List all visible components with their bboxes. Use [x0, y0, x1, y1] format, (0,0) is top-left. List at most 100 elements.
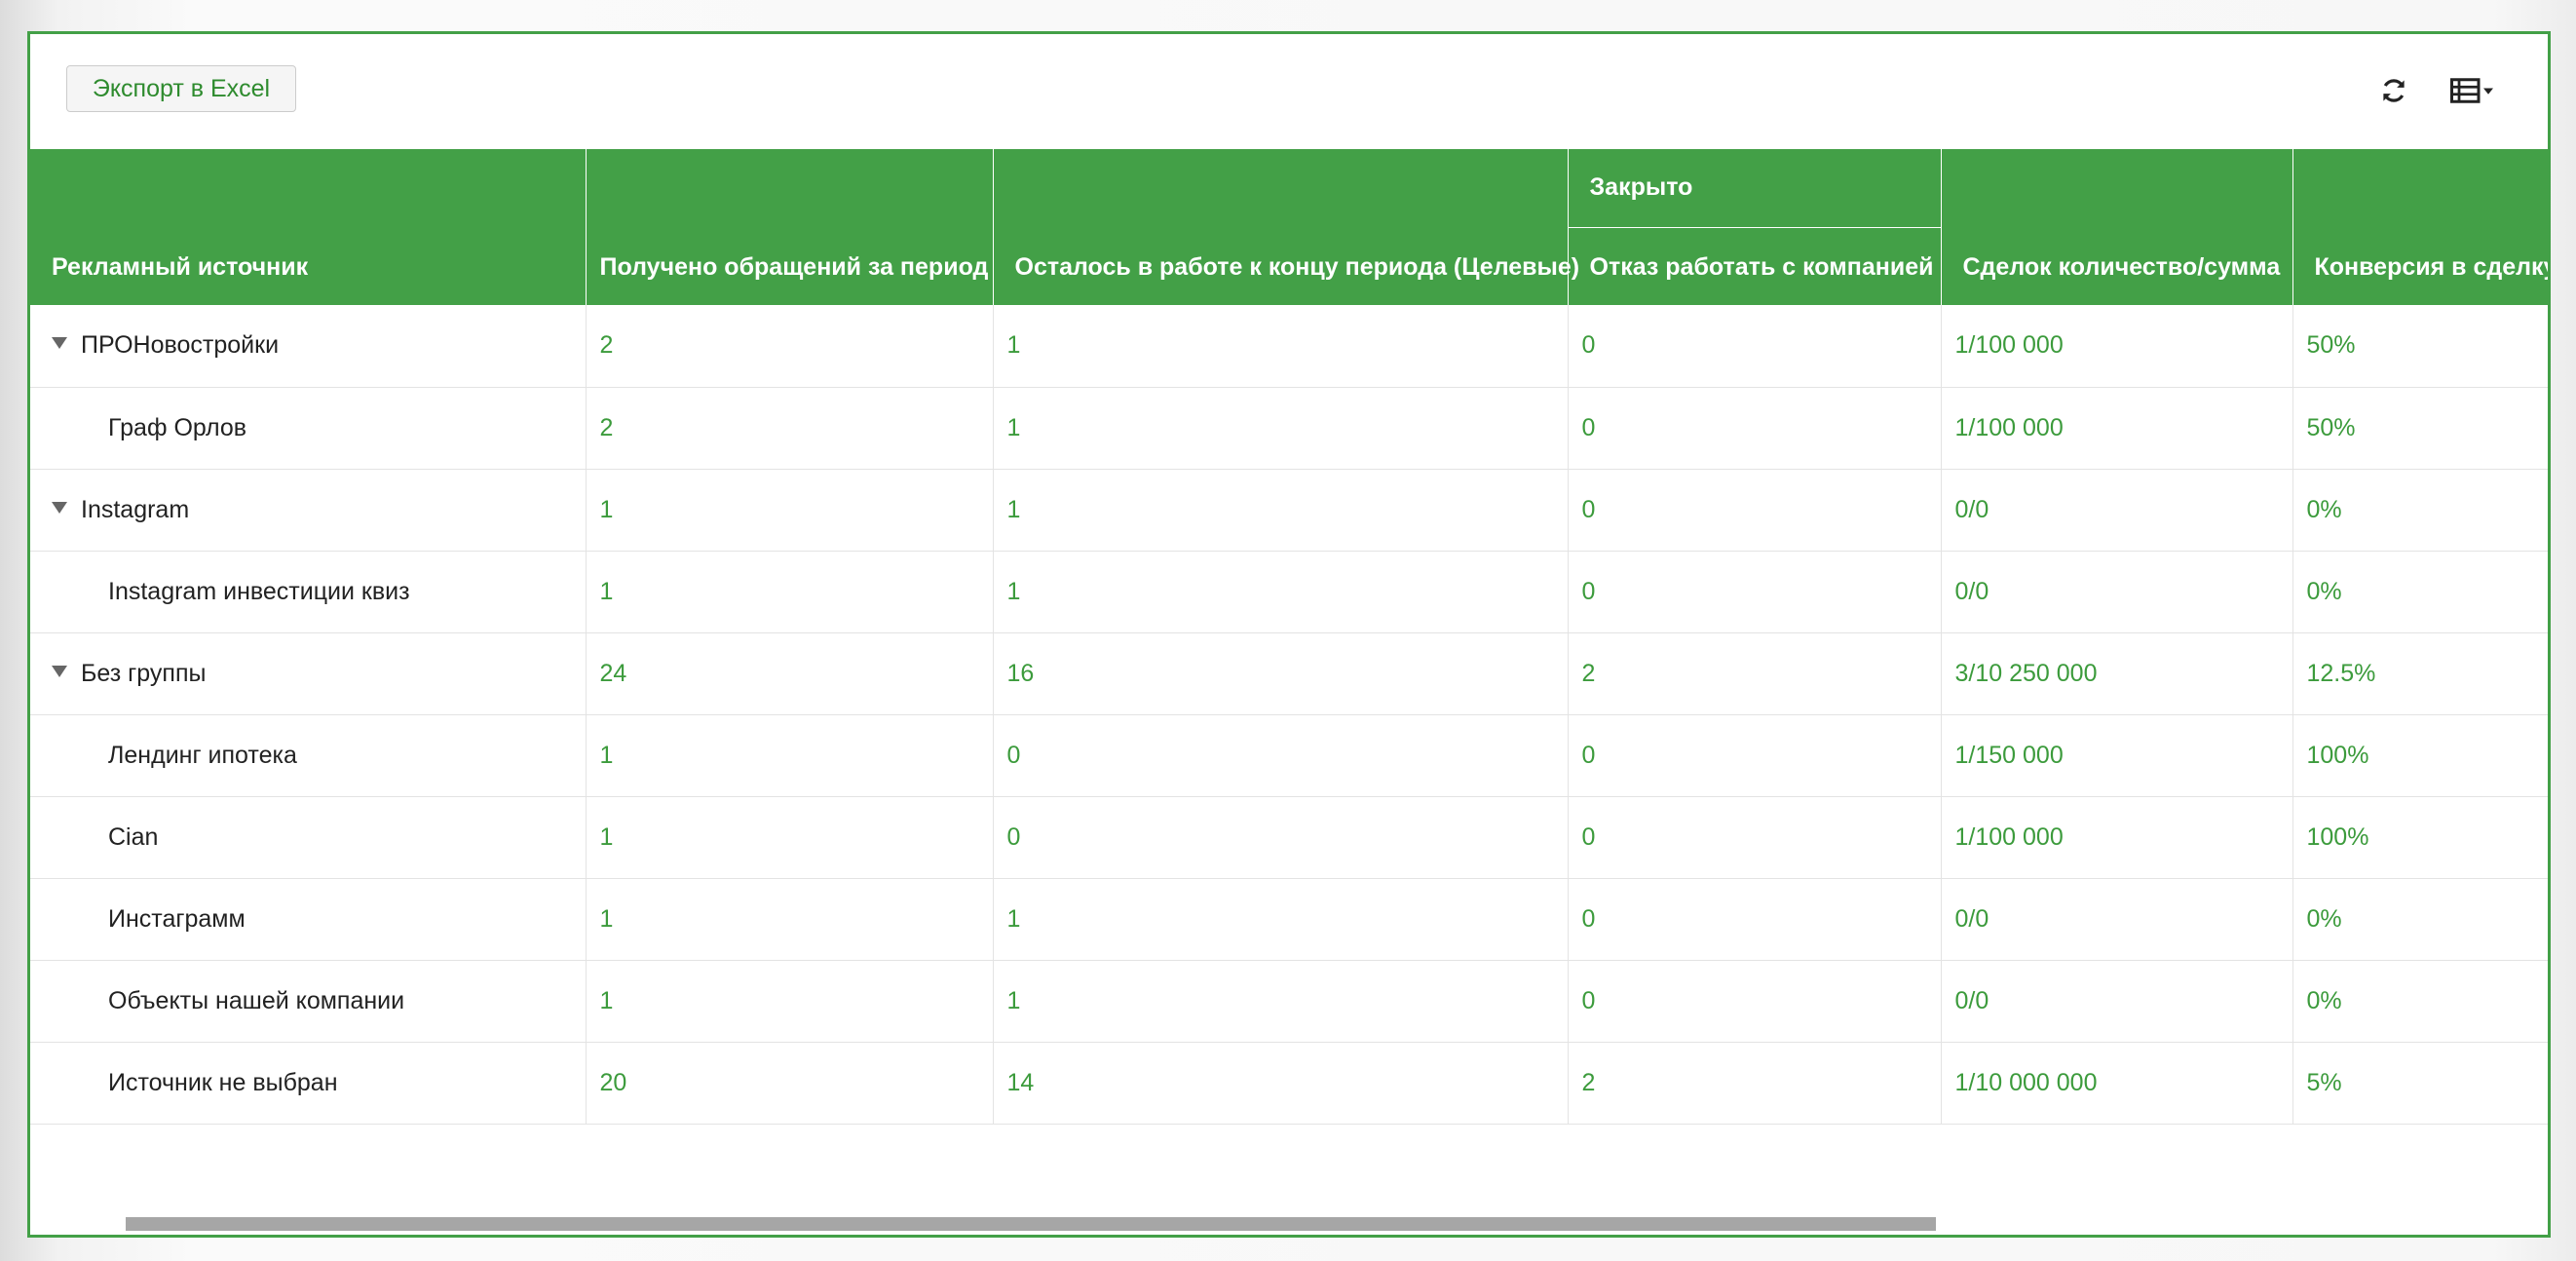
deals-cell[interactable]: 1/10 000 000 — [1941, 1042, 2293, 1125]
source-label: Источник не выбран — [108, 1068, 338, 1096]
remaining-cell[interactable]: 0 — [993, 714, 1569, 797]
remaining-cell[interactable]: 1 — [993, 469, 1569, 552]
source-label: Объекты нашей компании — [108, 986, 405, 1014]
remaining-cell[interactable]: 16 — [993, 632, 1569, 715]
conversion-cell: 12.5% — [2292, 632, 2548, 715]
deals-cell[interactable]: 3/10 250 000 — [1941, 632, 2293, 715]
refused-cell[interactable]: 0 — [1568, 551, 1942, 633]
deals-cell[interactable]: 1/100 000 — [1941, 796, 2293, 879]
horizontal-scrollbar[interactable] — [30, 1213, 2548, 1235]
conversion-cell: 5% — [2292, 1042, 2548, 1125]
refused-cell[interactable]: 0 — [1568, 796, 1942, 879]
refused-cell[interactable]: 0 — [1568, 960, 1942, 1043]
source-cell: Лендинг ипотека — [30, 714, 587, 797]
source-cell: Инстаграмм — [30, 878, 587, 961]
source-cell: Граф Орлов — [30, 387, 587, 470]
received-cell[interactable]: 20 — [586, 1042, 994, 1125]
deals-cell[interactable]: 0/0 — [1941, 551, 2293, 633]
remaining-cell[interactable]: 0 — [993, 796, 1569, 879]
column-header-refused[interactable]: Отказ работать с компанией — [1568, 227, 1942, 305]
source-label: Instagram — [81, 495, 190, 523]
remaining-cell[interactable]: 14 — [993, 1042, 1569, 1125]
column-header-conversion[interactable]: Конверсия в сделку — [2292, 149, 2548, 305]
source-label: Cian — [108, 822, 159, 851]
table-row: Объекты нашей компании 1 1 0 0/0 0% — [30, 960, 2548, 1043]
refused-cell[interactable]: 0 — [1568, 714, 1942, 797]
table-row: Лендинг ипотека 1 0 0 1/150 000 100% — [30, 714, 2548, 797]
conversion-cell: 0% — [2292, 960, 2548, 1043]
refresh-icon[interactable] — [2374, 73, 2413, 108]
table-row: Граф Орлов 2 1 0 1/100 000 50% — [30, 387, 2548, 470]
table-row: Instagram 1 1 0 0/0 0% — [30, 469, 2548, 552]
column-header-remaining[interactable]: Осталось в работе к концу периода (Целев… — [993, 149, 1579, 305]
column-group-closed: Закрыто — [1568, 149, 1942, 228]
conversion-cell: 100% — [2292, 796, 2548, 879]
received-cell[interactable]: 2 — [586, 387, 994, 470]
refused-cell[interactable]: 0 — [1568, 469, 1942, 552]
source-cell: Источник не выбран — [30, 1042, 587, 1125]
deals-cell[interactable]: 0/0 — [1941, 878, 2293, 961]
table-row: Cian 1 0 0 1/100 000 100% — [30, 796, 2548, 879]
export-excel-button[interactable]: Экспорт в Excel — [66, 65, 296, 112]
deals-cell[interactable]: 0/0 — [1941, 960, 2293, 1043]
source-label: Instagram инвестиции квиз — [108, 577, 410, 605]
horizontal-scrollbar-thumb[interactable] — [126, 1217, 1936, 1231]
source-cell: Без группы — [30, 632, 587, 715]
report-toolbar: Экспорт в Excel — [30, 34, 2548, 149]
table-header: Рекламный источник Получено обращений за… — [30, 149, 2548, 305]
table-row: Instagram инвестиции квиз 1 1 0 0/0 0% — [30, 551, 2548, 633]
table-body: ПРОНовостройки 2 1 0 1/100 000 50% Граф … — [30, 305, 2548, 1125]
refused-cell[interactable]: 0 — [1568, 387, 1942, 470]
table-columns-dropdown-icon[interactable] — [2446, 73, 2501, 108]
source-label: Без группы — [81, 659, 207, 687]
table-row: Источник не выбран 20 14 2 1/10 000 000 … — [30, 1042, 2548, 1125]
deals-cell[interactable]: 1/150 000 — [1941, 714, 2293, 797]
received-cell[interactable]: 1 — [586, 469, 994, 552]
deals-cell[interactable]: 1/100 000 — [1941, 305, 2293, 388]
column-header-received[interactable]: Получено обращений за период — [586, 149, 994, 305]
source-label: ПРОНовостройки — [81, 331, 280, 360]
source-label: Инстаграмм — [108, 904, 246, 933]
received-cell[interactable]: 1 — [586, 714, 994, 797]
column-header-deals[interactable]: Сделок количество/сумма — [1941, 149, 2293, 305]
refused-cell[interactable]: 0 — [1568, 305, 1942, 388]
received-cell[interactable]: 1 — [586, 551, 994, 633]
remaining-cell[interactable]: 1 — [993, 305, 1569, 388]
refused-cell[interactable]: 2 — [1568, 632, 1942, 715]
deals-cell[interactable]: 0/0 — [1941, 469, 2293, 552]
source-cell: Cian — [30, 796, 587, 879]
table-row: Без группы 24 16 2 3/10 250 000 12.5% — [30, 632, 2548, 715]
source-cell: ПРОНовостройки — [30, 305, 587, 388]
table-row: Инстаграмм 1 1 0 0/0 0% — [30, 878, 2548, 961]
remaining-cell[interactable]: 1 — [993, 551, 1569, 633]
remaining-cell[interactable]: 1 — [993, 387, 1569, 470]
source-label: Граф Орлов — [108, 413, 247, 441]
conversion-cell: 100% — [2292, 714, 2548, 797]
conversion-cell: 0% — [2292, 878, 2548, 961]
report-table: Рекламный источник Получено обращений за… — [30, 149, 2548, 1125]
refused-cell[interactable]: 0 — [1568, 878, 1942, 961]
source-cell: Instagram — [30, 469, 587, 552]
remaining-cell[interactable]: 1 — [993, 878, 1569, 961]
remaining-cell[interactable]: 1 — [993, 960, 1569, 1043]
received-cell[interactable]: 24 — [586, 632, 994, 715]
column-header-source[interactable]: Рекламный источник — [30, 149, 587, 305]
deals-cell[interactable]: 1/100 000 — [1941, 387, 2293, 470]
collapse-toggle-icon[interactable] — [52, 501, 67, 514]
conversion-cell: 50% — [2292, 305, 2548, 388]
conversion-cell: 0% — [2292, 469, 2548, 552]
received-cell[interactable]: 1 — [586, 878, 994, 961]
conversion-cell: 0% — [2292, 551, 2548, 633]
received-cell[interactable]: 1 — [586, 960, 994, 1043]
conversion-cell: 50% — [2292, 387, 2548, 470]
report-panel: Экспорт в Excel Рекламный источник Получ… — [27, 31, 2551, 1238]
source-cell: Instagram инвестиции квиз — [30, 551, 587, 633]
collapse-toggle-icon[interactable] — [52, 337, 67, 350]
source-cell: Объекты нашей компании — [30, 960, 587, 1043]
refused-cell[interactable]: 2 — [1568, 1042, 1942, 1125]
collapse-toggle-icon[interactable] — [52, 665, 67, 677]
received-cell[interactable]: 1 — [586, 796, 994, 879]
received-cell[interactable]: 2 — [586, 305, 994, 388]
table-row: ПРОНовостройки 2 1 0 1/100 000 50% — [30, 305, 2548, 388]
source-label: Лендинг ипотека — [108, 741, 297, 769]
